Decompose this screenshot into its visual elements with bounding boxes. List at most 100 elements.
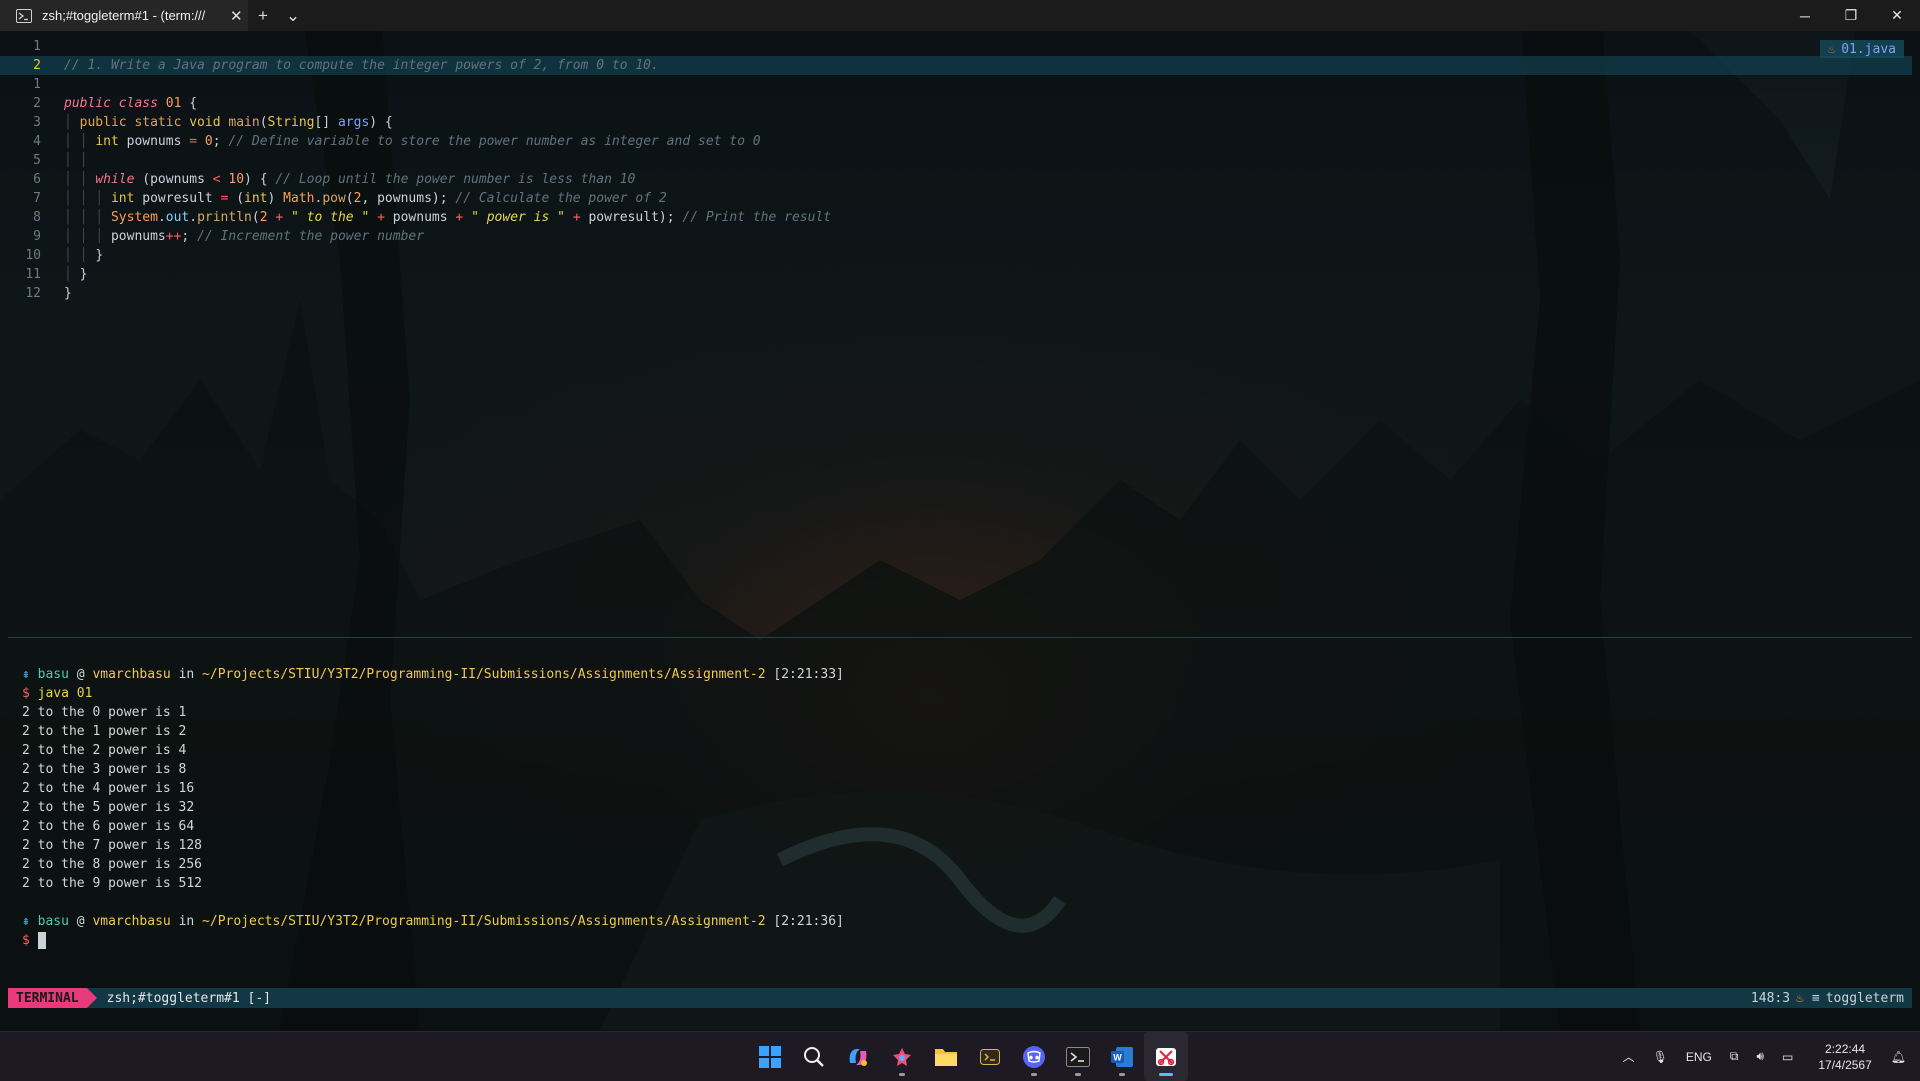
command-line: $ java 01 bbox=[22, 684, 844, 703]
filetype-icon: ≡ bbox=[1811, 990, 1820, 1006]
search-button[interactable] bbox=[792, 1032, 836, 1081]
new-tab-button[interactable]: + bbox=[248, 6, 278, 26]
line-number: 1 bbox=[33, 39, 41, 54]
terminal-icon bbox=[1066, 1046, 1090, 1067]
svg-text:W: W bbox=[1113, 1052, 1122, 1062]
git-icon: ⇞ bbox=[22, 914, 30, 929]
discord-app[interactable] bbox=[1012, 1032, 1056, 1081]
window-split-divider[interactable] bbox=[8, 637, 1912, 638]
flame-icon: ♨ bbox=[1796, 990, 1804, 1006]
maximize-button[interactable]: ❐ bbox=[1828, 0, 1874, 31]
output-line: 2 to the 3 power is 8 bbox=[22, 762, 187, 777]
code-text: │ │ int pownums = 0; // Define variable … bbox=[64, 134, 761, 149]
filetype: toggleterm bbox=[1825, 990, 1904, 1006]
line-number: 2 bbox=[33, 58, 41, 73]
code-text: │ │ bbox=[64, 153, 88, 168]
windows-start-button[interactable] bbox=[748, 1032, 792, 1081]
code-text: │ │ } bbox=[64, 248, 104, 263]
code-text: } bbox=[64, 286, 72, 301]
terminal-tab[interactable]: zsh;#toggleterm#1 - (term:/// ✕ bbox=[0, 0, 248, 31]
code-line-current: 2 // 1. Write a Java program to compute … bbox=[0, 56, 1912, 75]
output-line: 2 to the 2 power is 4 bbox=[22, 743, 187, 758]
output-line: 2 to the 7 power is 128 bbox=[22, 838, 203, 853]
system-tray: ︿ 🎙︎ ENG ⧉ 🔊︎ ▭ 2:22:44 17/4/2567 🔔︎ bbox=[1614, 1032, 1920, 1081]
clock-date: 17/4/2567 bbox=[1818, 1057, 1872, 1072]
microphone-icon[interactable]: 🎙︎ bbox=[1653, 1050, 1668, 1064]
terminal-app[interactable] bbox=[1056, 1032, 1100, 1081]
code-line: 9 │ │ │ pownums++; // Increment the powe… bbox=[0, 227, 1912, 246]
word-icon: W bbox=[1111, 1046, 1133, 1067]
store-icon bbox=[893, 1047, 911, 1066]
code-text: │ } bbox=[64, 267, 88, 282]
title-bar: zsh;#toggleterm#1 - (term:/// ✕ + ⌄ ─ ❐ … bbox=[0, 0, 1920, 31]
minimize-button[interactable]: ─ bbox=[1782, 0, 1828, 31]
prompt-user: basu bbox=[37, 667, 69, 682]
code-line: 7 │ │ │ int powresult = (int) Math.pow(2… bbox=[0, 189, 1912, 208]
prompt-time: [2:21:36] bbox=[773, 914, 844, 929]
word-app[interactable]: W bbox=[1100, 1032, 1144, 1081]
command-text: java 01 bbox=[37, 686, 93, 701]
output-line: 2 to the 8 power is 256 bbox=[22, 857, 203, 872]
running-indicator bbox=[1075, 1073, 1081, 1076]
statusline: TERMINAL zsh;#toggleterm#1 [-] 148:3 ♨ ≡… bbox=[8, 988, 1912, 1008]
taskbar: W ︿ 🎙︎ ENG ⧉ 🔊︎ ▭ 2:22:44 17/4/2567 🔔︎ bbox=[0, 1031, 1920, 1081]
code-line: 5 │ │ bbox=[0, 151, 1912, 170]
network-icon[interactable]: ⧉ bbox=[1730, 1049, 1739, 1064]
code-line: 2 public class 01 { bbox=[0, 94, 1912, 113]
line-number: 7 bbox=[33, 191, 41, 206]
output-line: 2 to the 9 power is 512 bbox=[22, 876, 203, 891]
buffer-name: zsh;#toggleterm#1 [-] bbox=[106, 990, 271, 1006]
cursor-position: 148:3 bbox=[1750, 990, 1791, 1006]
prompt-user: basu bbox=[37, 914, 69, 929]
terminal-cursor bbox=[37, 932, 46, 949]
volume-icon[interactable]: 🔊︎ bbox=[1756, 1049, 1764, 1064]
code-line: 10 │ │ } bbox=[0, 246, 1912, 265]
prompt-host: vmarchbasu bbox=[92, 914, 171, 929]
input-line[interactable]: $ bbox=[22, 931, 844, 950]
terminal-preview-app[interactable] bbox=[968, 1032, 1012, 1081]
line-number: 4 bbox=[33, 134, 41, 149]
store-app[interactable] bbox=[880, 1032, 924, 1081]
git-icon: ⇞ bbox=[22, 667, 30, 682]
file-explorer-app[interactable] bbox=[924, 1032, 968, 1081]
code-line: 3 │ public static void main(String[] arg… bbox=[0, 113, 1912, 132]
close-window-button[interactable]: ✕ bbox=[1874, 0, 1920, 31]
prompt-line: ⇞ basu @ vmarchbasu in ~/Projects/STIU/Y… bbox=[22, 667, 844, 682]
snipping-tool-app[interactable] bbox=[1144, 1032, 1188, 1081]
output-line: 2 to the 6 power is 64 bbox=[22, 819, 195, 834]
prompt-path: ~/Projects/STIU/Y3T2/Programming-II/Subm… bbox=[202, 914, 766, 929]
running-indicator bbox=[899, 1073, 905, 1076]
line-number: 10 bbox=[25, 248, 41, 263]
battery-icon[interactable]: ▭ bbox=[1782, 1050, 1793, 1064]
clock-time: 2:22:44 bbox=[1825, 1041, 1866, 1056]
snipping-tool-icon bbox=[1156, 1047, 1176, 1066]
prompt-path: ~/Projects/STIU/Y3T2/Programming-II/Subm… bbox=[202, 667, 766, 682]
clock[interactable]: 2:22:44 17/4/2567 bbox=[1818, 1041, 1871, 1073]
terminal-pane[interactable]: ⇞ basu @ vmarchbasu in ~/Projects/STIU/Y… bbox=[22, 665, 844, 950]
prompt-dollar: $ bbox=[22, 686, 30, 701]
running-indicator bbox=[1031, 1073, 1037, 1076]
tab-close-icon[interactable]: ✕ bbox=[230, 7, 243, 25]
tab-title: zsh;#toggleterm#1 - (term:/// bbox=[42, 8, 206, 23]
code-line: 6 │ │ while (pownums < 10) { // Loop unt… bbox=[0, 170, 1912, 189]
line-number: 9 bbox=[33, 229, 41, 244]
code-text: │ public static void main(String[] args)… bbox=[64, 115, 393, 130]
code-editor[interactable]: 1 2 // 1. Write a Java program to comput… bbox=[0, 37, 1920, 337]
output-line: 2 to the 4 power is 16 bbox=[22, 781, 195, 796]
running-indicator bbox=[1159, 1073, 1173, 1076]
code-text: │ │ while (pownums < 10) { // Loop until… bbox=[64, 172, 636, 187]
copilot-app[interactable] bbox=[836, 1032, 880, 1081]
prompt-line: ⇞ basu @ vmarchbasu in ~/Projects/STIU/Y… bbox=[22, 914, 844, 929]
line-number: 11 bbox=[25, 267, 41, 282]
search-icon bbox=[804, 1046, 824, 1067]
chevron-up-icon[interactable]: ︿ bbox=[1623, 1048, 1635, 1065]
tab-dropdown-button[interactable]: ⌄ bbox=[278, 6, 308, 26]
notification-bell-icon[interactable]: 🔔︎ bbox=[1891, 1050, 1906, 1064]
code-line: 1 bbox=[0, 75, 1912, 94]
language-indicator[interactable]: ENG bbox=[1686, 1050, 1712, 1064]
code-line: 12 } bbox=[0, 284, 1912, 303]
discord-icon bbox=[1023, 1045, 1045, 1068]
line-number: 12 bbox=[25, 286, 41, 301]
running-indicator bbox=[1119, 1073, 1125, 1076]
